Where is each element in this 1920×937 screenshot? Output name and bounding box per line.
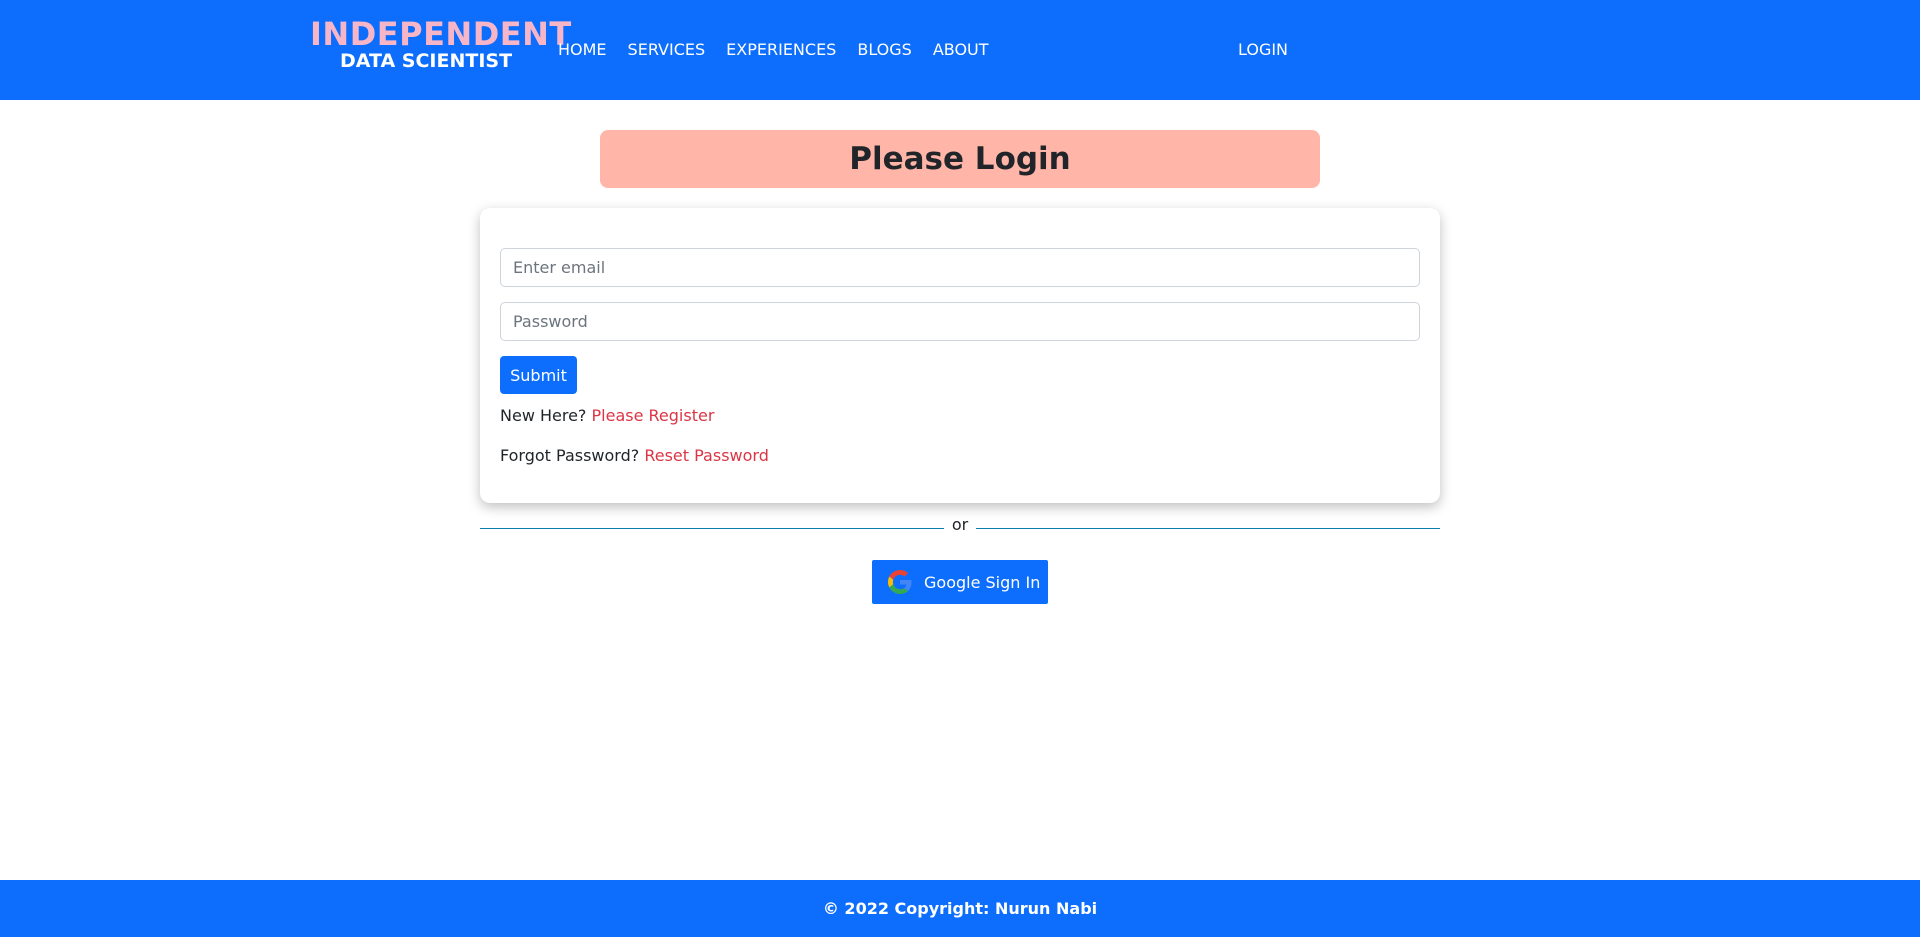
google-icon — [888, 570, 912, 594]
copyright-text: © 2022 Copyright: Nurun Nabi — [822, 899, 1098, 918]
brand-title: INDEPENDENT — [310, 15, 572, 53]
divider-line-left — [480, 528, 944, 529]
nav-blogs[interactable]: BLOGS — [855, 38, 913, 62]
navbar: INDEPENDENT DATA SCIENTIST HOME SERVICES… — [0, 0, 1920, 100]
divider-text: or — [951, 515, 969, 534]
nav-services[interactable]: SERVICES — [626, 38, 708, 62]
password-field[interactable] — [500, 302, 1420, 341]
main-nav: HOME SERVICES EXPERIENCES BLOGS ABOUT — [556, 38, 991, 62]
or-divider: or — [480, 516, 1440, 540]
google-sign-in-button[interactable]: Google Sign In — [872, 560, 1048, 604]
reset-password-link[interactable]: Reset Password — [644, 446, 769, 465]
submit-button[interactable]: Submit — [500, 356, 577, 394]
email-field[interactable] — [500, 248, 1420, 287]
login-card: Submit New Here? Please Register Forgot … — [480, 208, 1440, 503]
nav-experiences[interactable]: EXPERIENCES — [724, 38, 838, 62]
brand-subtitle: DATA SCIENTIST — [339, 50, 513, 72]
nav-about[interactable]: ABOUT — [931, 38, 991, 62]
reset-prompt: Forgot Password? — [500, 446, 640, 465]
footer: © 2022 Copyright: Nurun Nabi — [0, 880, 1920, 937]
register-line: New Here? Please Register — [500, 404, 714, 428]
divider-line-right — [976, 528, 1440, 529]
brand-logo[interactable]: INDEPENDENT DATA SCIENTIST — [310, 15, 572, 72]
nav-login[interactable]: LOGIN — [1238, 38, 1288, 62]
google-sign-in-label: Google Sign In — [924, 572, 1041, 592]
reset-line: Forgot Password? Reset Password — [500, 444, 769, 468]
page-title: Please Login — [600, 130, 1320, 188]
register-prompt: New Here? — [500, 406, 587, 425]
register-link[interactable]: Please Register — [592, 406, 715, 425]
nav-home[interactable]: HOME — [556, 38, 609, 62]
